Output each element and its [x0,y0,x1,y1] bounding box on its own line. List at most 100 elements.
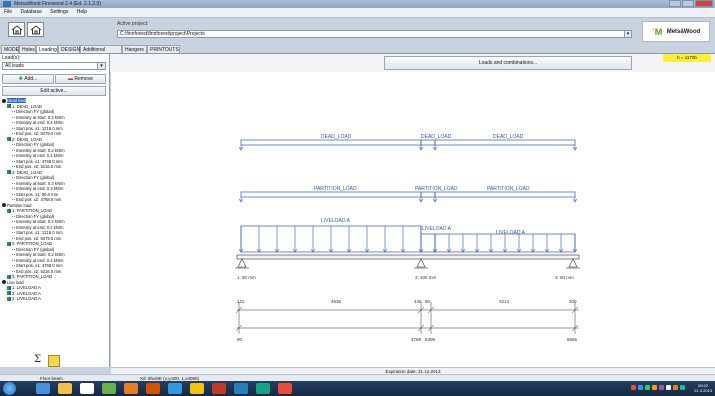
load-icon [7,274,11,279]
taskbar-app-media[interactable] [80,383,94,394]
loads-select[interactable]: All loads ▾ [2,62,106,70]
edit-active-button[interactable]: Edit active... [2,86,106,96]
load-icon [7,104,11,109]
brand-mark-icon: ˈM [651,26,663,37]
tree-connector-icon [12,188,15,190]
maximize-button[interactable] [682,0,694,7]
taskbar-app-6[interactable] [212,383,226,394]
tree-item-label: Start pos. x1: 1218.0 mm [16,230,63,235]
add-load-label: Add... [24,76,38,82]
tree-connector-icon [12,177,15,179]
tab-design[interactable]: DESIGN [58,45,80,53]
app-icon [3,1,11,7]
system-tray [631,385,685,390]
group-bullet-icon [2,203,6,208]
supports [235,258,580,269]
load-tree: Dead load 1: DEAD_LOAD Direction FY (globa… [2,98,106,302]
tab-additional-results[interactable]: Additional results [80,45,122,61]
house-icon [30,24,41,34]
clock[interactable]: 09:22 21.3.2013 [694,383,712,393]
tray-icon[interactable] [680,385,685,390]
row1-label-1: DEAD_LOAD [321,134,352,140]
tree-item-label: Intensity at start: 0.2 kN/m [16,219,65,224]
tree-item-label: 3: PARTITION_LOAD [12,274,53,279]
taskbar-app-ie[interactable] [36,383,50,394]
tree-connector-icon [12,133,15,135]
dim-top-3: 446 [414,299,422,304]
load-diagram-canvas[interactable]: DEAD_LOAD DEAD_LOAD DEAD_LOAD PARTITION_… [111,72,715,367]
tray-icon[interactable] [673,385,678,390]
tray-icon[interactable] [631,385,636,390]
row3-label-2: LIVELOAD A [422,226,452,232]
dimension-tag: h = 1170b [663,54,711,62]
tray-icon[interactable] [666,385,671,390]
dim-top-4: 90 [425,299,431,304]
home-button[interactable] [8,22,25,37]
taskbar-app-3[interactable] [146,383,160,394]
menu-help[interactable]: Help [77,9,87,15]
formula-icon[interactable]: Σ [34,354,61,367]
tab-holes[interactable]: Holes [19,45,36,53]
close-button[interactable] [695,0,713,7]
beam [236,254,580,260]
calculator-icon [48,354,61,367]
chevron-down-icon: ▾ [97,63,105,69]
tree-item-label: End pos. x2: 4768.0 mm [16,197,62,202]
edit-active-label: Edit active... [40,88,68,94]
partition-load-bar-1 [240,191,422,198]
tree-connector-icon [12,149,15,151]
tree-connector-icon [12,182,15,184]
dead-load-bar-3 [434,139,576,146]
taskbar-app-4[interactable] [168,383,182,394]
dim-bottom-4: 8665 [567,337,578,342]
tree-item[interactable]: 3: LIVELOAD A [2,296,106,302]
add-load-button[interactable]: ✚ Add... [2,74,54,84]
taskbar-app-9[interactable] [278,383,292,394]
tree-connector-icon [12,221,15,223]
loads-label: Load(s): [2,55,21,61]
tree-connector-icon [12,265,15,267]
tree-connector-icon [12,122,15,124]
loads-and-combinations-button[interactable]: Loads and combinations... [384,56,632,70]
tree-connector-icon [12,248,15,250]
menu-settings[interactable]: Settings [50,9,68,15]
tray-icon[interactable] [645,385,650,390]
row2-label-3: PARTITION_LOAD [487,186,530,192]
taskbar-app-7[interactable] [234,383,248,394]
formula-text: Σ [34,354,42,365]
project-path-field[interactable]: C:\finnforest\finnforest\project\Project… [117,30,632,38]
menu-bar: File Database Settings Help [0,8,715,18]
taskbar-app-explorer[interactable] [58,383,72,394]
tab-loading[interactable]: Loading [36,45,58,53]
partition-load-bar-3 [434,191,576,198]
dim-top-6: 300 [569,299,577,304]
menu-database[interactable]: Database [20,9,41,15]
minimize-button[interactable] [669,0,681,7]
taskbar-app-8[interactable] [256,383,270,394]
group-bullet-icon [2,98,6,103]
start-button[interactable] [3,382,16,395]
tree-connector-icon [12,237,15,239]
tree-item-label: Intensity at end: 0.3 kN/m [16,186,64,191]
project-home-button[interactable] [27,22,44,37]
taskbar-app-2[interactable] [124,383,138,394]
tree-item-label: Dead load [7,98,27,103]
tab-model[interactable]: MODEL [1,45,22,53]
row2-label-2: PARTITION_LOAD [415,186,458,192]
taskbar-app-1[interactable] [102,383,116,394]
tray-icon[interactable] [659,385,664,390]
tab-printouts[interactable]: PRINTOUTS [147,45,180,53]
project-dropdown-button[interactable]: ▾ [624,30,632,38]
tab-hangers[interactable]: Hangers [122,45,147,53]
window-title: MetsaWood Finnwood 2.4 (Ed. 2.1.2.0) [14,1,101,7]
load-icon [7,296,11,301]
tray-icon[interactable] [638,385,643,390]
menu-file[interactable]: File [4,9,12,15]
tray-icon[interactable] [652,385,657,390]
remove-load-button[interactable]: ▬ Remove [55,74,106,84]
tree-connector-icon [12,226,15,228]
tree-item-label: Intensity at start: 0.2 kN/m [16,147,65,153]
house-icon [11,24,22,34]
taskbar-app-5[interactable] [190,383,204,394]
dim-top-1: 122 [237,299,245,304]
